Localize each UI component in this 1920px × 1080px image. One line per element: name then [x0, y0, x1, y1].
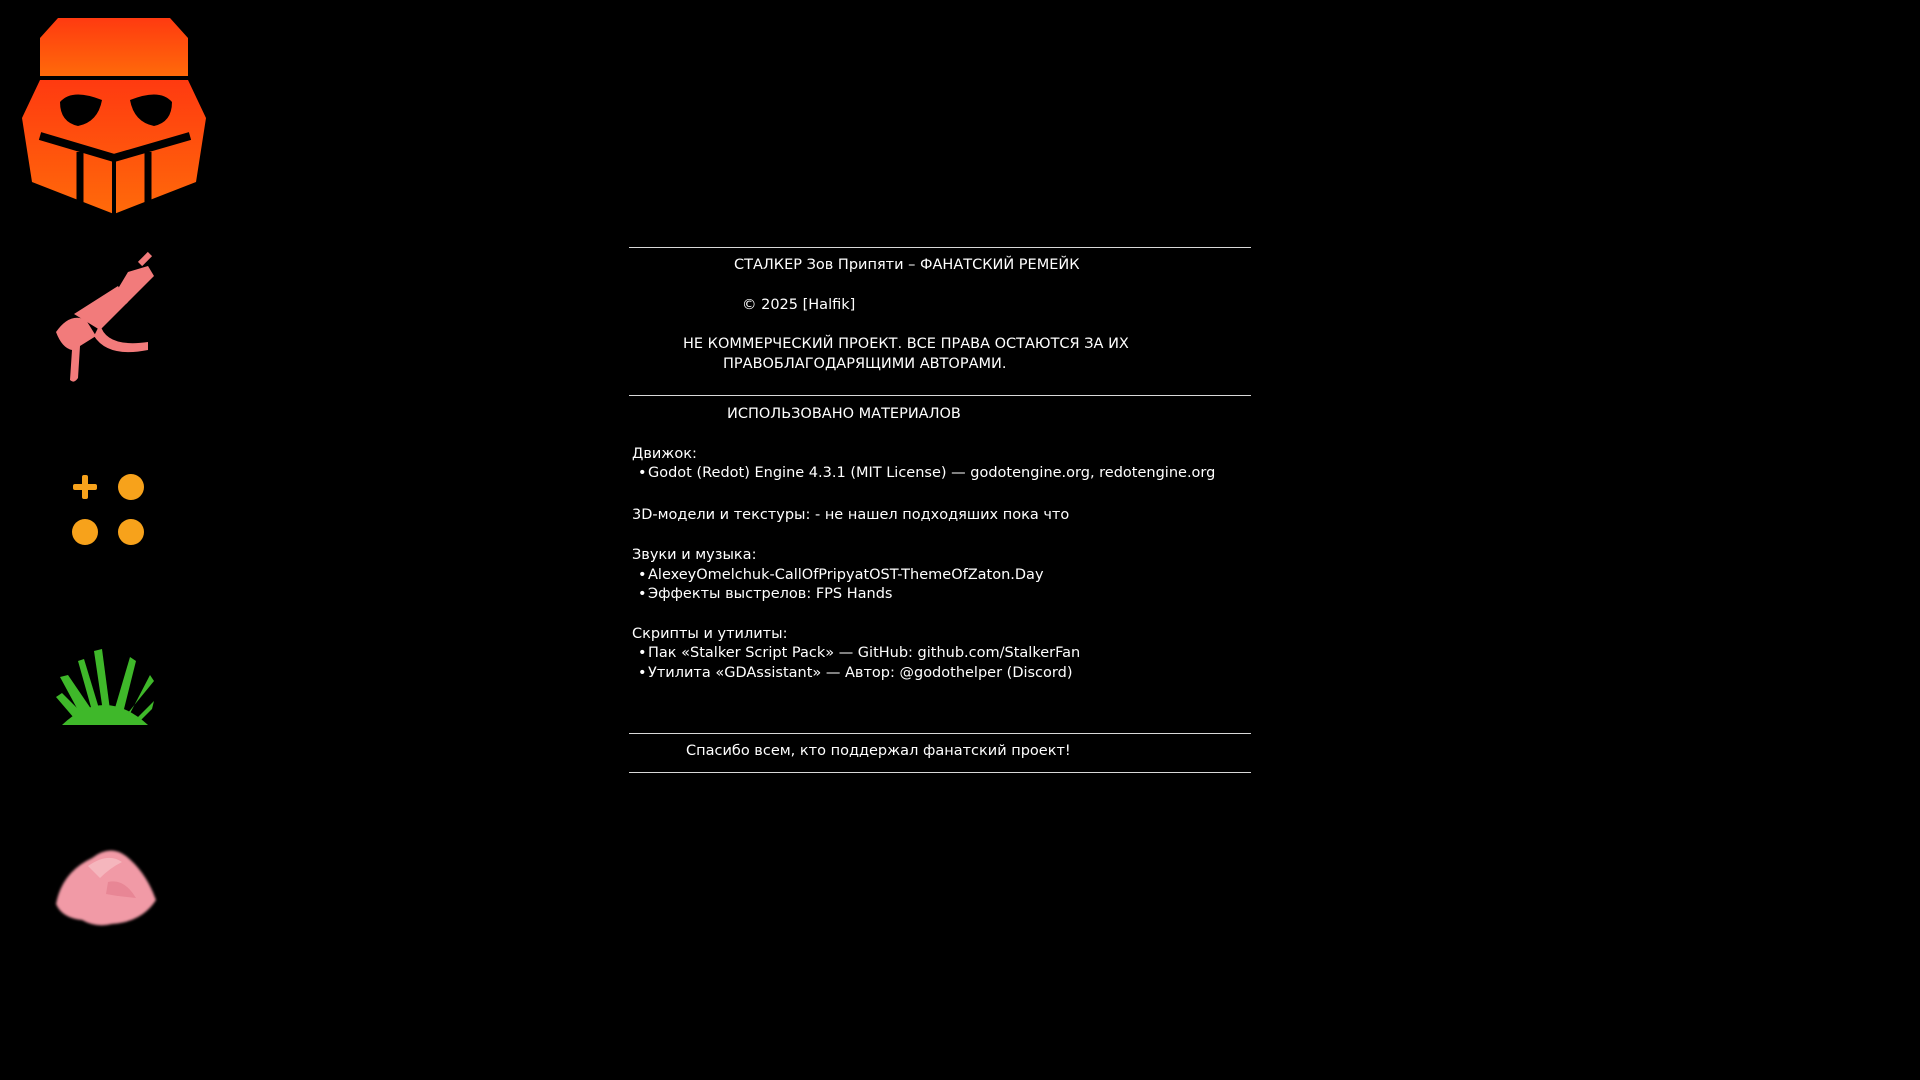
models-line: 3D-модели и текстуры: - не нашел подходя…	[632, 506, 1070, 523]
grass-icon[interactable]	[56, 645, 154, 725]
rock-icon[interactable]	[52, 838, 162, 928]
disclaimer-line-2: ПРАВОБЛАГОДАРЯЩИМИ АВТОРАМИ.	[723, 355, 1007, 372]
bullet-glyph: •	[638, 566, 647, 583]
rifle-icon[interactable]	[56, 250, 166, 386]
engine-heading: Движок:	[632, 445, 697, 462]
list-item: •Утилита «GDAssistant» — Автор: @godothe…	[629, 664, 1251, 684]
engine-item: Godot (Redot) Engine 4.3.1 (MIT License)…	[648, 465, 1216, 481]
bullet-glyph: •	[638, 664, 647, 681]
sounds-item: AlexeyOmelchuk-CallOfPripyatOST-ThemeOfZ…	[648, 566, 1044, 583]
bullet-glyph: •	[638, 586, 647, 602]
stalker-mask-icon[interactable]	[20, 18, 212, 214]
divider	[629, 733, 1251, 734]
sounds-heading: Звуки и музыка:	[632, 547, 757, 563]
divider	[629, 247, 1251, 248]
sounds-item: Эффекты выстрелов: FPS Hands	[648, 586, 893, 602]
disclaimer-line-1: НЕ КОММЕРЧЕСКИЙ ПРОЕКТ. ВСЕ ПРАВА ОСТАЮТ…	[683, 336, 1129, 352]
list-item: •Эффекты выстрелов: FPS Hands	[629, 585, 1251, 605]
credits-title: СТАЛКЕР Зов Припяти – ФАНАТСКИЙ РЕМЕЙК	[734, 257, 1080, 273]
scripts-heading: Скрипты и утилиты:	[632, 625, 788, 642]
materials-heading: ИСПОЛЬЗОВАНО МАТЕРИАЛОВ	[727, 406, 961, 422]
bullet-glyph: •	[638, 465, 647, 481]
list-item: •Пак «Stalker Script Pack» — GitHub: git…	[629, 644, 1251, 664]
gamepad-buttons-icon[interactable]	[68, 470, 150, 550]
divider	[629, 395, 1251, 396]
credits-panel: СТАЛКЕР Зов Припяти – ФАНАТСКИЙ РЕМЕЙК ©…	[629, 247, 1251, 773]
list-item: •AlexeyOmelchuk-CallOfPripyatOST-ThemeOf…	[629, 566, 1251, 586]
divider	[629, 771, 1251, 773]
scripts-item: Утилита «GDAssistant» — Автор: @godothel…	[648, 664, 1073, 681]
scripts-item: Пак «Stalker Script Pack» — GitHub: gith…	[648, 645, 1081, 661]
credits-screen: СТАЛКЕР Зов Припяти – ФАНАТСКИЙ РЕМЕЙК ©…	[0, 0, 1920, 1080]
bullet-glyph: •	[638, 645, 647, 661]
list-item: •Godot (Redot) Engine 4.3.1 (MIT License…	[629, 464, 1251, 484]
thanks-text: Спасибо всем, кто поддержал фанатский пр…	[686, 743, 1071, 759]
copyright-text: © 2025 [Halfik]	[742, 296, 856, 313]
